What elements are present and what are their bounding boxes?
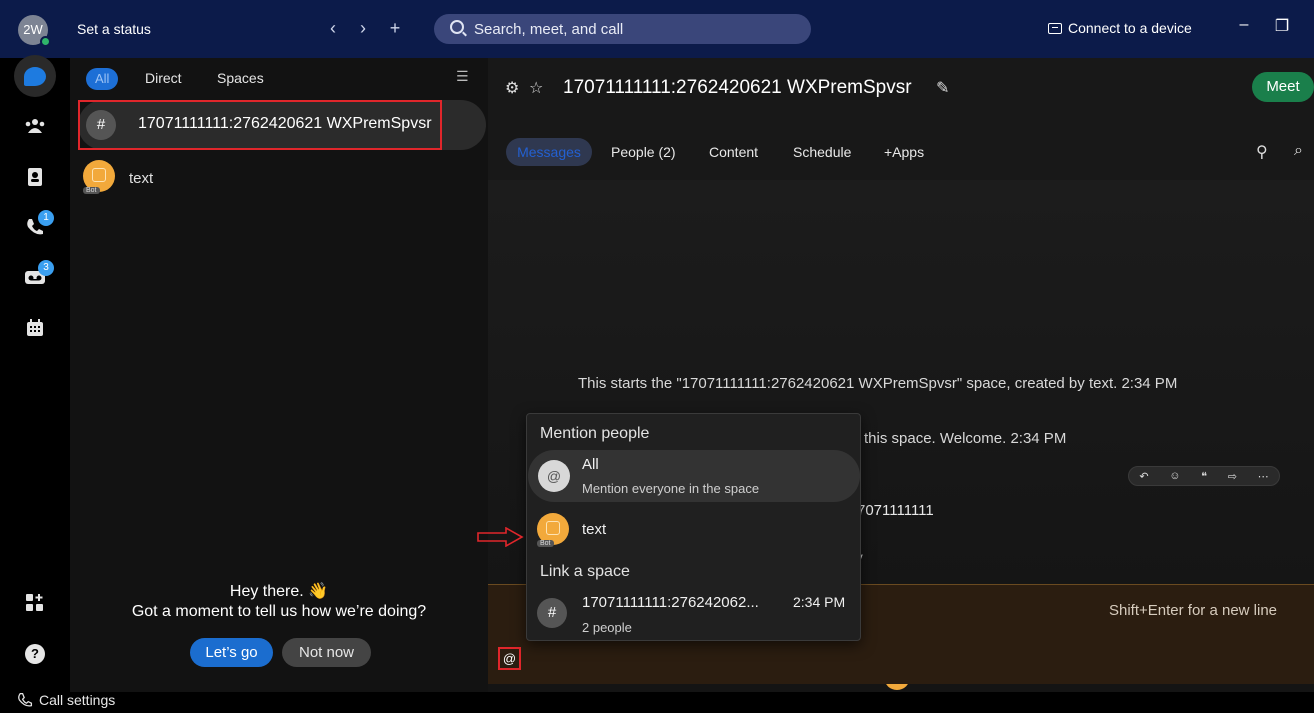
device-icon — [1048, 22, 1062, 34]
welcome-message: this space. Welcome. 2:34 PM — [864, 430, 1067, 447]
not-now-button[interactable]: Not now — [282, 638, 371, 667]
mention-all-option[interactable]: @ All Mention everyone in the space — [528, 450, 860, 502]
rail-apps[interactable] — [14, 582, 56, 624]
survey-title: Hey there. 👋 — [229, 583, 329, 600]
search-icon — [450, 20, 464, 34]
spaces-sidebar: All Direct Spaces ☰ # 17071111111:276242… — [70, 58, 488, 692]
edit-pencil-icon[interactable]: ✎ — [936, 78, 949, 98]
apps-grid-icon — [26, 594, 43, 611]
mention-all-subtitle: Mention everyone in the space — [582, 481, 760, 496]
call-settings-label: Call settings — [39, 692, 116, 708]
voicemail-badge: 3 — [38, 260, 54, 276]
contacts-icon — [28, 168, 42, 186]
new-plus-icon[interactable]: + — [384, 17, 406, 39]
filter-spaces[interactable]: Spaces — [217, 70, 264, 86]
tab-people[interactable]: People (2) — [611, 144, 676, 160]
link-space-time: 2:34 PM — [793, 594, 846, 610]
call-settings-button[interactable]: Call settings — [17, 692, 115, 708]
mention-bot-avatar: Bot — [537, 513, 569, 547]
mention-person-name[interactable]: text — [582, 521, 606, 538]
search-messages-icon[interactable]: ⌕ — [1294, 142, 1303, 160]
gear-icon[interactable]: ⚙ — [505, 78, 519, 98]
quote-icon[interactable]: ❝ — [1201, 470, 1207, 483]
filter-menu-icon[interactable]: ☰ — [456, 68, 469, 85]
back-arrow-icon[interactable]: ‹ — [322, 17, 344, 39]
link-space-name[interactable]: 17071111111:276242062... — [582, 594, 759, 611]
search-input[interactable] — [474, 14, 794, 44]
bot-avatar: Bot — [83, 160, 115, 194]
annotation-highlight-box — [78, 100, 442, 150]
rail-help[interactable]: ? — [14, 633, 56, 675]
annotation-arrow-icon — [477, 527, 524, 547]
mention-all-title: All — [582, 456, 599, 473]
rail-teams[interactable] — [14, 105, 56, 147]
bot-tag: Bot — [83, 187, 100, 194]
call-settings-icon — [18, 692, 33, 707]
space-header: ⚙ ☆ 17071111111:2762420621 WXPremSpvsr ✎… — [488, 58, 1314, 180]
rail-calling[interactable]: 1 — [14, 206, 56, 248]
tab-schedule[interactable]: Schedule — [793, 144, 851, 160]
mention-people-heading: Mention people — [540, 425, 650, 442]
teams-icon — [25, 119, 45, 133]
connect-device-button[interactable]: Connect to a device — [1048, 20, 1192, 36]
rail-voicemail[interactable]: 3 — [14, 256, 56, 298]
forward-arrow-icon[interactable]: › — [352, 17, 374, 39]
bot-face-icon — [92, 168, 106, 182]
left-rail: 1 3 ? — [0, 55, 70, 713]
filter-all[interactable]: All — [86, 68, 119, 90]
tab-content[interactable]: Content — [709, 144, 758, 160]
chat-bubble-icon — [24, 66, 46, 86]
filter-direct[interactable]: Direct — [145, 70, 182, 86]
mention-popup: Mention people @ All Mention everyone in… — [526, 413, 861, 641]
link-space-heading: Link a space — [540, 563, 630, 580]
message-actions: ↶ ☺ ❝ ⇨ ⋯ — [1128, 466, 1280, 486]
minimize-button[interactable]: – — [1232, 16, 1256, 34]
more-icon[interactable]: ⋯ — [1258, 470, 1269, 483]
lets-go-button[interactable]: Let’s go — [190, 638, 273, 667]
meet-button[interactable]: Meet — [1252, 72, 1314, 102]
pin-icon[interactable]: ⚲ — [1256, 142, 1268, 162]
user-avatar[interactable]: 2W — [18, 15, 51, 47]
calendar-icon — [27, 319, 43, 336]
star-icon[interactable]: ☆ — [529, 78, 543, 98]
set-status-button[interactable]: Set a status — [77, 21, 151, 37]
space-title: 17071111111:2762420621 WXPremSpvsr — [563, 77, 912, 98]
help-icon: ? — [25, 644, 45, 664]
link-space-hash-avatar: # — [537, 598, 567, 628]
presence-dot-icon — [40, 36, 51, 47]
rail-contacts[interactable] — [14, 156, 56, 198]
tab-apps[interactable]: +Apps — [884, 144, 924, 160]
bot-face-icon — [546, 521, 560, 535]
tab-messages[interactable]: Messages — [506, 138, 592, 166]
rail-calendar[interactable] — [14, 307, 56, 349]
forward-icon[interactable]: ⇨ — [1228, 470, 1237, 483]
contact-list-item-name[interactable]: text — [129, 170, 153, 187]
avatar-initials: 2W — [23, 22, 43, 37]
rail-messaging[interactable] — [14, 55, 56, 97]
search-bar[interactable] — [434, 14, 811, 44]
space-created-message: This starts the "17071111111:2762420621 … — [578, 375, 1178, 392]
at-sign-icon: @ — [538, 460, 570, 492]
message-text: 7071111111 — [857, 502, 934, 519]
reaction-icon[interactable]: ☺ — [1169, 470, 1180, 482]
reply-icon[interactable]: ↶ — [1139, 470, 1148, 483]
link-space-members: 2 people — [582, 620, 632, 635]
survey-subtitle: Got a moment to tell us how we’re doing? — [131, 603, 427, 620]
title-bar: 2W Set a status ‹ › + Connect to a devic… — [0, 0, 1314, 58]
restore-button[interactable]: ❐ — [1270, 16, 1294, 36]
composer-hint: Shift+Enter for a new line — [1109, 602, 1278, 619]
connect-device-label: Connect to a device — [1068, 20, 1192, 36]
calls-badge: 1 — [38, 210, 54, 226]
bot-tag: Bot — [537, 540, 554, 547]
composer-at-mention[interactable]: @ — [498, 647, 521, 670]
